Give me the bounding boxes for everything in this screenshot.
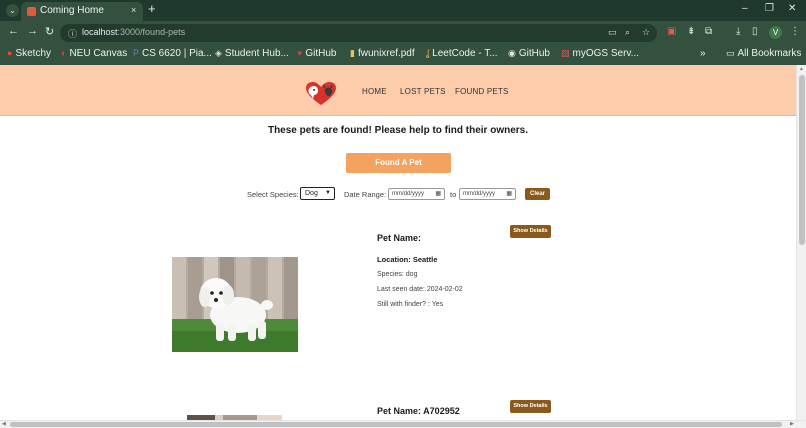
extension-icon[interactable]: ▣ [667,26,676,37]
profile-avatar[interactable]: V [769,26,782,39]
tab-strip: ⌄ Coming Home × + – ❐ ✕ [0,0,806,21]
bookmark-item[interactable]: ʆ LeetCode - T... [426,48,498,59]
scroll-up-icon[interactable]: ▲ [799,66,804,72]
scroll-left-icon[interactable]: ◀ [2,421,6,427]
close-window-button[interactable]: ✕ [788,3,796,14]
toolbar: ← → ↻ ⓘ localhost:3000/found-pets ▭ ⌕ ☆ … [0,21,806,45]
species-select[interactable]: Dog ▼ [300,187,335,200]
page-viewport: HOME LOST PETS FOUND PETS These pets are… [0,65,796,420]
species-label: Select Species: [247,190,299,199]
date-from-placeholder: mm/dd/yyyy [392,191,425,197]
bookmark-favicon-icon: ♥ [297,48,303,58]
downloads-icon[interactable]: ⤓ [736,26,740,37]
date-to-input[interactable]: mm/dd/yyyy ▦ [459,188,516,200]
bookmark-star-icon[interactable]: ☆ [642,27,650,38]
browser-window: ⌄ Coming Home × + – ❐ ✕ ← → ↻ ⓘ localhos… [0,0,806,428]
bookmark-item[interactable]: ◉ GitHub [508,48,550,59]
tab-close-icon[interactable]: × [131,5,136,15]
date-to-placeholder: mm/dd/yyyy [463,191,496,197]
calendar-icon[interactable]: ▦ [435,189,441,199]
bookmark-item[interactable]: ♥ GitHub [297,48,336,59]
pet-name: Pet Name: A702952 [377,406,460,416]
bookmark-favicon-icon: ◉ [508,48,516,58]
bookmark-item[interactable]: P CS 6620 | Pia... [133,48,212,59]
nav-found-pets-link[interactable]: FOUND PETS [455,87,509,96]
pet-location: Location: Seattle [377,255,438,264]
extension-download-icon[interactable]: ⇟ [687,26,695,37]
show-details-button[interactable]: Show Details [510,400,551,413]
folder-icon: ▭ [726,48,735,58]
vertical-scroll-thumb[interactable] [799,75,805,245]
date-from-input[interactable]: mm/dd/yyyy ▦ [388,188,445,200]
bookmarks-overflow-icon[interactable]: » [700,48,706,59]
extensions-puzzle-icon[interactable]: ⧉ [705,26,712,37]
nav-lost-pets-link[interactable]: LOST PETS [400,87,446,96]
bookmark-item[interactable]: ● Sketchy [7,48,51,59]
chevron-down-icon: ▼ [325,190,331,196]
minimize-button[interactable]: – [742,3,748,14]
all-bookmarks[interactable]: ▭ All Bookmarks [726,48,801,59]
bookmark-favicon-icon: ▮ [350,48,355,58]
clear-filters-button[interactable]: Clear [525,188,550,200]
date-range-label: Date Range: [344,190,387,199]
logo-icon[interactable] [305,81,337,107]
forward-button[interactable]: → [27,25,38,37]
pet-photo[interactable] [172,257,298,352]
back-button[interactable]: ← [8,25,19,37]
horizontal-scrollbar[interactable]: ◀ ▶ [0,420,806,428]
found-a-pet-button[interactable]: Found A Pet [346,153,451,173]
species-selected-value: Dog [305,190,318,197]
nav-home-link[interactable]: HOME [362,87,387,96]
pet-species: Species: dog [377,271,418,278]
bookmark-item[interactable]: ▧ myOGS Serv... [561,48,639,59]
address-bar[interactable]: ⓘ localhost:3000/found-pets ▭ ⌕ ☆ [60,24,657,42]
scroll-right-icon[interactable]: ▶ [790,421,794,427]
tab-search-icon[interactable]: ⌄ [6,4,19,17]
vertical-scrollbar[interactable]: ▲ [796,65,806,420]
bookmark-favicon-icon: ʆ [426,48,430,58]
reload-button[interactable]: ↻ [45,25,54,38]
page-headline: These pets are found! Please help to fin… [267,125,529,136]
url-text[interactable]: localhost:3000/found-pets [82,27,185,37]
restore-button[interactable]: ❐ [765,3,774,14]
bookmark-favicon-icon: ◈ [215,48,222,58]
bookmark-favicon-icon: ◐ [61,48,67,58]
site-header: HOME LOST PETS FOUND PETS [0,65,796,116]
date-to-label: to [450,190,457,199]
new-tab-button[interactable]: + [148,1,156,16]
pet-name: Pet Name: [377,233,422,243]
pet-with-finder: Still with finder? : Yes [377,301,444,308]
bookmarks-bar: ● Sketchy ◐ NEU Canvas P CS 6620 | Pia... ◈… [0,45,806,65]
zoom-icon[interactable]: ⌕ [625,27,630,38]
bookmark-item[interactable]: ◈ Student Hub... [215,48,289,59]
bookmark-favicon-icon: ▧ [561,48,570,58]
show-details-button[interactable]: Show Details [510,225,551,238]
site-info-icon[interactable]: ⓘ [68,27,77,40]
bookmark-favicon-icon: P [133,48,140,58]
tab-favicon-icon [27,7,36,16]
install-app-icon[interactable]: ▭ [608,27,617,38]
menu-kebab-icon[interactable]: ⋮ [790,26,800,37]
horizontal-scroll-thumb[interactable] [10,422,782,427]
active-tab[interactable]: Coming Home × [21,2,143,21]
side-panel-icon[interactable]: ▯ [752,26,758,37]
filter-bar: Select Species: Dog ▼ Date Range: mm/dd/… [0,187,796,203]
tab-title: Coming Home [40,5,104,16]
calendar-icon[interactable]: ▦ [506,189,512,199]
bookmark-item[interactable]: ▮ fwunixref.pdf [350,48,415,59]
pet-last-seen: Last seen date: 2024-02-02 [377,286,463,293]
bookmark-item[interactable]: ◐ NEU Canvas [61,48,127,59]
bookmark-favicon-icon: ● [7,48,13,58]
